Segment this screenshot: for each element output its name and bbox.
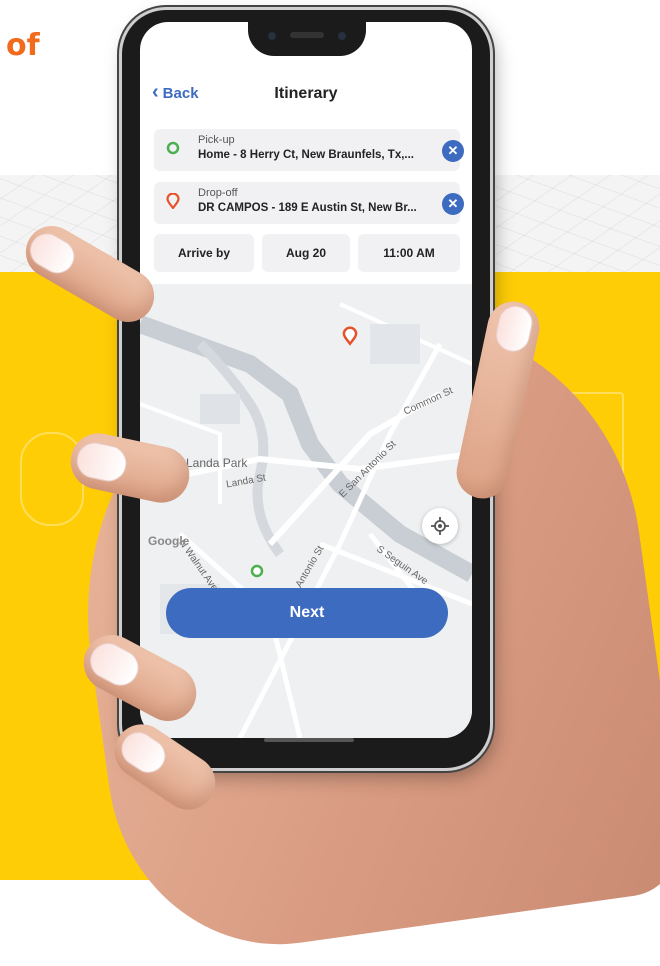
arrive-by-selector[interactable]: Arrive by <box>154 234 254 272</box>
dropoff-map-marker-icon <box>342 326 358 346</box>
camera-icon <box>268 32 276 40</box>
page-title: Itinerary <box>274 85 338 102</box>
close-icon: ✕ <box>447 196 459 211</box>
dropoff-label: Drop-off <box>198 187 238 199</box>
finger-nail <box>83 636 145 693</box>
finger-nail <box>492 302 536 355</box>
pickup-address: Home - 8 Herry Ct, New Braunfels, Tx,... <box>198 149 415 161</box>
pickup-field[interactable]: Pick-up Home - 8 Herry Ct, New Braunfels… <box>154 129 464 171</box>
home-indicator <box>264 738 354 742</box>
nav-bar: ‹ Back Itinerary <box>140 82 472 110</box>
map-label-landa-park: Landa Park <box>186 456 248 470</box>
phone-notch <box>248 22 366 56</box>
next-button[interactable]: Next <box>166 588 448 638</box>
pickup-pin-icon <box>166 141 180 155</box>
phone-screen: ‹ Back Itinerary Pick-up Home - 8 Herry … <box>140 22 472 738</box>
camera-icon <box>338 32 346 40</box>
locate-me-button[interactable] <box>422 508 458 544</box>
finger-nail <box>73 439 130 485</box>
pickup-label: Pick-up <box>198 134 235 146</box>
dropoff-pin-icon <box>166 193 180 209</box>
time-selector[interactable]: 11:00 AM <box>358 234 460 272</box>
speaker-grille <box>290 32 324 38</box>
date-selector[interactable]: Aug 20 <box>262 234 350 272</box>
clear-dropoff-button[interactable]: ✕ <box>442 193 464 215</box>
headline-text: of <box>6 28 40 63</box>
clear-pickup-button[interactable]: ✕ <box>442 140 464 162</box>
finger-nail <box>114 725 173 780</box>
schedule-row: Arrive by Aug 20 11:00 AM <box>154 234 460 272</box>
google-attribution: Google <box>148 534 190 548</box>
close-icon: ✕ <box>447 143 459 158</box>
my-location-icon <box>431 517 449 535</box>
pickup-map-marker-icon <box>250 564 264 578</box>
dropoff-address: DR CAMPOS - 189 E Austin St, New Br... <box>198 202 417 214</box>
map-view[interactable]: Landa Park Landa St E San Antonio St San… <box>140 284 472 738</box>
dropoff-field[interactable]: Drop-off DR CAMPOS - 189 E Austin St, Ne… <box>154 182 464 224</box>
map-roads <box>140 302 472 738</box>
